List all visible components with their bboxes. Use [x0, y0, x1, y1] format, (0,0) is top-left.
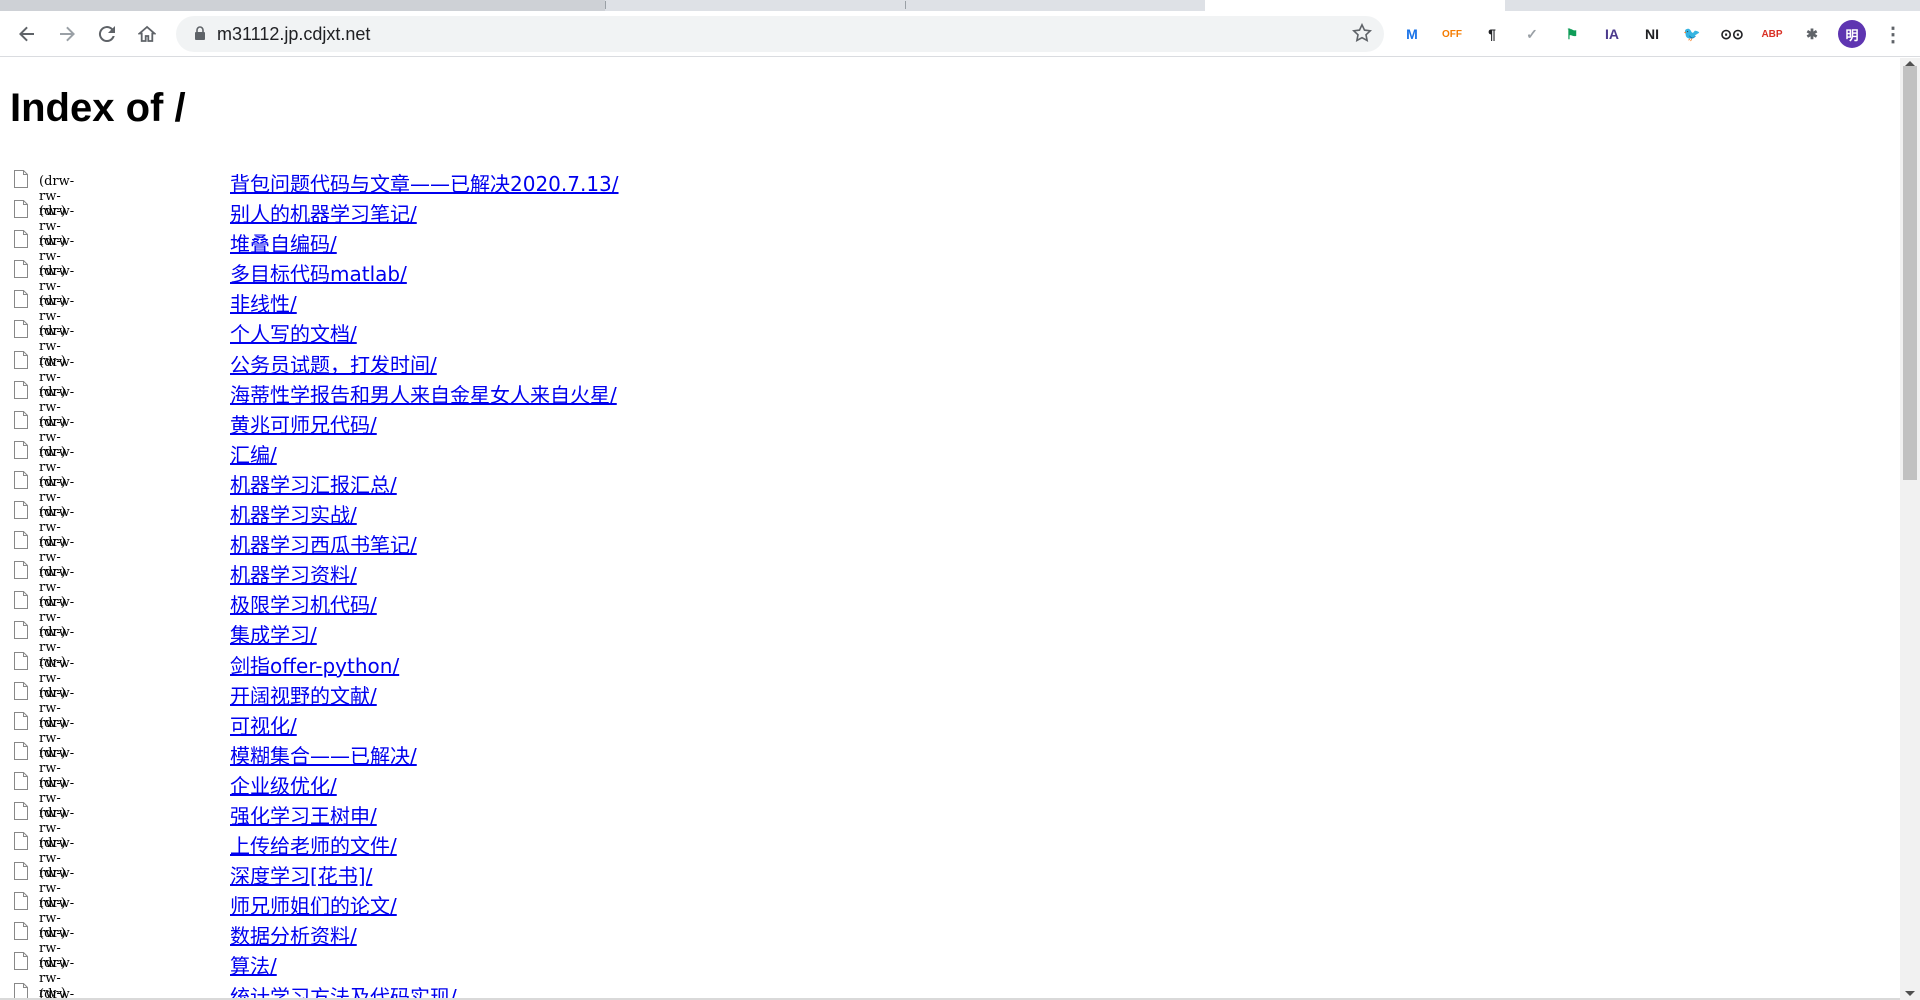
file-icon	[14, 741, 28, 760]
directory-link[interactable]: 可视化/	[230, 710, 297, 739]
file-icon	[14, 952, 28, 971]
lock-icon[interactable]	[194, 26, 206, 41]
file-icon	[14, 470, 28, 489]
home-button[interactable]	[132, 19, 162, 49]
file-icon	[14, 862, 28, 881]
directory-link[interactable]: 师兄师姐们的论文/	[230, 890, 397, 919]
tab[interactable]	[0, 0, 605, 11]
directory-link[interactable]: 背包问题代码与文章——已解决2020.7.13/	[230, 168, 619, 197]
directory-link[interactable]: 机器学习实战/	[230, 499, 357, 528]
m-extension-icon[interactable]: M	[1399, 21, 1425, 47]
file-icon	[14, 561, 28, 580]
abp-extension-icon[interactable]: ABP	[1759, 21, 1785, 47]
tab-separator	[605, 1, 606, 9]
file-icon	[14, 892, 28, 911]
glasses-extension-icon[interactable]: ⊙⊙	[1719, 21, 1745, 47]
file-icon	[14, 350, 28, 369]
directory-link[interactable]: 企业级优化/	[230, 770, 337, 799]
profile-avatar[interactable]: 明	[1838, 20, 1866, 48]
file-icon	[14, 410, 28, 429]
home-icon	[138, 25, 156, 42]
file-icon	[14, 501, 28, 520]
menu-kebab-icon[interactable]: ⋮	[1880, 21, 1906, 47]
directory-link[interactable]: 非线性/	[230, 288, 297, 317]
file-icon	[14, 621, 28, 640]
file-icon	[14, 922, 28, 941]
file-icon	[14, 290, 28, 309]
directory-link[interactable]: 公务员试题，打发时间/	[230, 349, 437, 378]
file-icon	[14, 440, 28, 459]
profile-label: 明	[1845, 27, 1859, 43]
directory-link[interactable]: 机器学习资料/	[230, 559, 357, 588]
directory-link[interactable]: 上传给老师的文件/	[230, 830, 397, 859]
directory-link[interactable]: 深度学习[花书]/	[230, 860, 372, 889]
file-icon	[14, 801, 28, 820]
active-tab[interactable]	[1205, 0, 1505, 11]
file-icon	[14, 200, 28, 219]
file-icon	[14, 531, 28, 550]
arrow-right-icon	[60, 26, 75, 42]
tab-strip	[0, 0, 1920, 11]
forward-button[interactable]	[52, 19, 82, 49]
vertical-scrollbar[interactable]	[1900, 58, 1920, 1000]
directory-link[interactable]: 数据分析资料/	[230, 920, 357, 949]
file-icon	[14, 651, 28, 670]
check-extension-icon[interactable]: ✓	[1519, 21, 1545, 47]
reload-icon	[98, 26, 115, 43]
directory-link[interactable]: 黄兆可师兄代码/	[230, 409, 377, 438]
puzzle-extensions-icon[interactable]: ✱	[1799, 21, 1825, 47]
directory-link[interactable]: 汇编/	[230, 439, 277, 468]
ni-extension-icon[interactable]: NI	[1639, 21, 1665, 47]
scrollbar-thumb[interactable]	[1903, 66, 1917, 480]
directory-link[interactable]: 集成学习/	[230, 619, 317, 648]
directory-link[interactable]: 开阔视野的文献/	[230, 680, 377, 709]
file-icon	[14, 260, 28, 279]
arrow-left-icon	[19, 26, 34, 42]
flag-extension-icon[interactable]: ⚑	[1559, 21, 1585, 47]
page-content: Index of / (drw-rw-rw-) 背包问题代码与文章——已解决202…	[0, 58, 1900, 1000]
file-icon	[14, 771, 28, 790]
file-icon	[14, 380, 28, 399]
bird-extension-icon[interactable]: 🐦	[1679, 21, 1705, 47]
reload-button[interactable]	[92, 19, 122, 49]
directory-link[interactable]: 模糊集合——已解决/	[230, 740, 417, 769]
directory-link[interactable]: 多目标代码matlab/	[230, 258, 407, 287]
directory-link[interactable]: 算法/	[230, 950, 277, 979]
file-icon	[14, 230, 28, 249]
address-bar[interactable]: m31112.jp.cdjxt.net	[176, 16, 1384, 52]
scroll-down-arrow-icon[interactable]	[1905, 991, 1915, 996]
file-icon	[14, 711, 28, 730]
pilcrow-extension-icon[interactable]: ¶	[1479, 21, 1505, 47]
directory-link[interactable]: 个人写的文档/	[230, 318, 357, 347]
back-button[interactable]	[12, 19, 42, 49]
directory-link[interactable]: 极限学习机代码/	[230, 589, 377, 618]
directory-link[interactable]: 海蒂性学报告和男人来自金星女人来自火星/	[230, 379, 617, 408]
file-icon	[14, 170, 28, 188]
page-title: Index of /	[10, 86, 186, 130]
star-icon[interactable]	[1352, 23, 1372, 43]
tab-separator	[905, 1, 906, 9]
directory-link[interactable]: 别人的机器学习笔记/	[230, 198, 417, 227]
file-icon	[14, 320, 28, 339]
ia-extension-icon[interactable]: IA	[1599, 21, 1625, 47]
file-icon	[14, 832, 28, 851]
directory-link[interactable]: 机器学习西瓜书笔记/	[230, 529, 417, 558]
directory-link[interactable]: 堆叠自编码/	[230, 228, 337, 257]
url-text[interactable]: m31112.jp.cdjxt.net	[217, 24, 370, 45]
directory-link[interactable]: 剑指offer-python/	[230, 650, 399, 679]
browser-toolbar: m31112.jp.cdjxt.net M OFF ¶ ✓ ⚑ IA NI 🐦 ⊙⊙ ABP ✱ 明…	[0, 11, 1920, 57]
directory-link[interactable]: 强化学习王树申/	[230, 800, 377, 829]
file-icon	[14, 681, 28, 700]
file-icon	[14, 591, 28, 610]
off-extension-icon[interactable]: OFF	[1439, 21, 1465, 47]
directory-link[interactable]: 机器学习汇报汇总/	[230, 469, 397, 498]
